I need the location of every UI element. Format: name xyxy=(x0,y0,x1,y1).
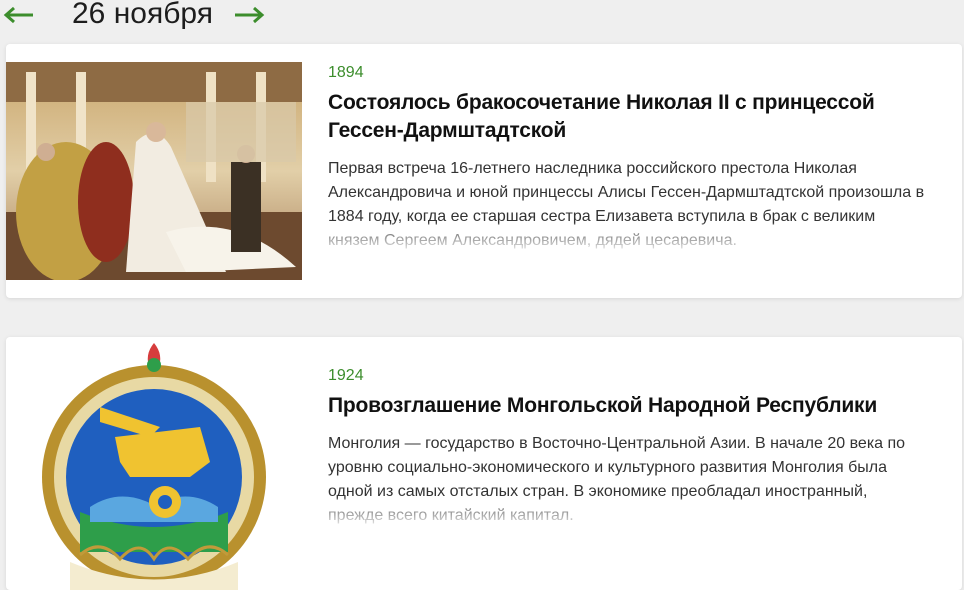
event-summary: Монголия — государство в Восточно-Центра… xyxy=(328,432,926,528)
next-day-button[interactable] xyxy=(232,2,266,28)
event-year: 1924 xyxy=(328,367,364,384)
painting-illustration xyxy=(6,62,302,280)
arrow-right-icon xyxy=(235,6,265,24)
event-content: 1894 Состоялось бракосочетание Николая I… xyxy=(328,62,926,253)
event-title-link[interactable]: Провозглашение Монгольской Народной Респ… xyxy=(328,392,926,420)
arrow-left-icon xyxy=(3,6,33,24)
event-image-mongolia-emblem[interactable] xyxy=(40,337,268,590)
date-navigation: 26 ноября xyxy=(0,0,964,40)
event-summary: Первая встреча 16-летнего наследника рос… xyxy=(328,157,926,253)
event-content: 1924 Провозглашение Монгольской Народной… xyxy=(328,365,926,528)
emblem-illustration xyxy=(42,343,266,590)
event-title-link[interactable]: Состоялось бракосочетание Николая II с п… xyxy=(328,89,926,145)
event-image-wedding-painting[interactable] xyxy=(6,62,302,280)
event-year: 1894 xyxy=(328,64,364,81)
page-title: 26 ноября xyxy=(72,0,213,30)
summary-fade xyxy=(328,223,926,253)
prev-day-button[interactable] xyxy=(2,2,36,28)
event-card[interactable]: 1924 Провозглашение Монгольской Народной… xyxy=(6,337,962,590)
event-card[interactable]: 1894 Состоялось бракосочетание Николая I… xyxy=(6,44,962,298)
summary-fade xyxy=(328,498,926,528)
